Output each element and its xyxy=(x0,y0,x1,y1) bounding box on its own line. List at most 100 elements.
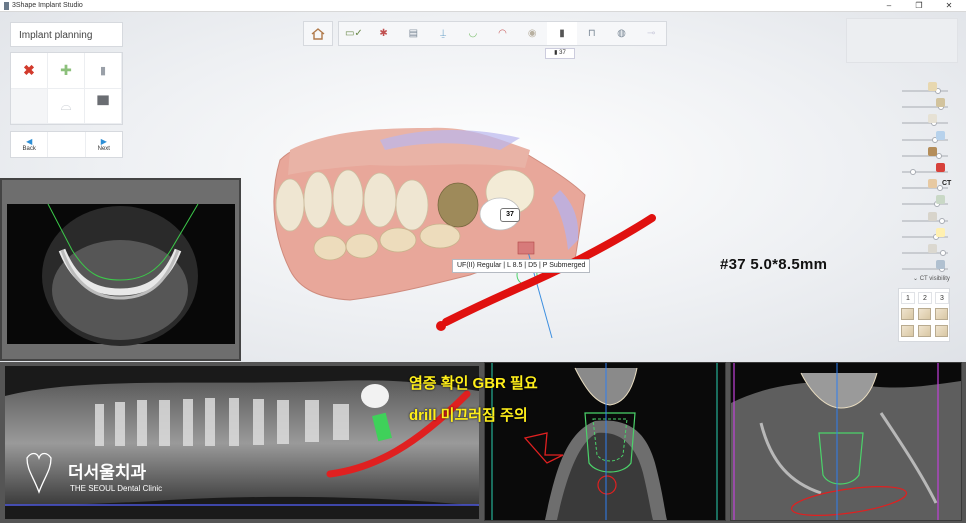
view-3-button[interactable]: 3 xyxy=(935,292,949,304)
ct-visibility-label[interactable]: ⌄ CT visibility xyxy=(913,275,950,282)
implant-library-button[interactable]: ▮ xyxy=(85,53,122,89)
panoramic-view[interactable] xyxy=(5,366,479,519)
crown-icon: ◉ xyxy=(527,28,537,39)
bite-icon: ◠ xyxy=(498,28,507,39)
implant-size-label: #37 5.0*8.5mm xyxy=(720,256,828,273)
active-step-tooltip: ▮ 37 xyxy=(545,48,575,59)
note-drill: drill 미끄러짐 주의 xyxy=(409,407,528,424)
visibility-slider[interactable] xyxy=(898,98,950,112)
visibility-slider[interactable] xyxy=(898,212,950,226)
arch-icon: ◡ xyxy=(468,28,478,39)
next-button[interactable]: ▶ Next xyxy=(86,132,122,157)
delete-implant-button[interactable]: ✖ xyxy=(11,53,48,89)
next-label: Next xyxy=(97,145,110,152)
visibility-slider[interactable] xyxy=(898,147,950,161)
title-bar: 3Shape Implant Studio – ❐ ✕ xyxy=(0,0,966,12)
view-left-cube-icon[interactable] xyxy=(918,308,931,320)
slider-knob[interactable] xyxy=(939,218,945,224)
step-sphere[interactable]: ◍ xyxy=(607,22,637,45)
sleeve-icon: ▀ xyxy=(97,96,109,114)
cross-section-image-2 xyxy=(731,363,961,520)
slider-knob[interactable] xyxy=(910,169,916,175)
layer-icon xyxy=(936,195,945,204)
back-label: Back xyxy=(22,145,36,152)
minimize-button[interactable]: – xyxy=(878,0,900,12)
layer-icon xyxy=(936,163,945,172)
cross-section-view-2[interactable] xyxy=(730,362,962,521)
layer-icon xyxy=(936,131,945,140)
step-checklist[interactable]: ▭✓ xyxy=(339,22,369,45)
sleeve-button[interactable]: ▀ xyxy=(85,88,122,124)
implant-info-label[interactable]: UF(II) Regular | L 8.5 | D5 | P Submerge… xyxy=(452,259,591,273)
axial-ct-image xyxy=(7,203,235,346)
align-icon: ✱ xyxy=(379,28,388,39)
layer-icon xyxy=(928,179,937,188)
step-disabled: ⊸ xyxy=(636,22,666,45)
view-back-cube-icon[interactable] xyxy=(935,325,948,337)
app-icon xyxy=(4,2,9,10)
step-crown[interactable]: ◉ xyxy=(517,22,547,45)
view-front-cube-icon[interactable] xyxy=(901,308,914,320)
wizard-nav: ◀ Back ▶ Next xyxy=(10,131,123,158)
implant-icon: ▮ xyxy=(99,64,107,77)
add-implant-button[interactable]: ✚ xyxy=(48,53,85,89)
implant-icon: ▮ xyxy=(559,28,565,39)
ct-label: CT xyxy=(942,180,952,187)
visibility-slider[interactable] xyxy=(898,131,950,145)
view-buttons: 1 2 3 xyxy=(898,288,950,342)
step-scan[interactable]: ▤ xyxy=(398,22,428,45)
layer-icon xyxy=(928,147,937,156)
step-align[interactable]: ✱ xyxy=(369,22,399,45)
layer-icon xyxy=(936,98,945,107)
view-right-cube-icon[interactable] xyxy=(935,308,948,320)
clinic-watermark-name: 더서울치과 xyxy=(68,463,147,482)
note-gbr: 염증 확인 GBR 필요 xyxy=(409,375,538,392)
visibility-slider[interactable] xyxy=(898,244,950,258)
disabled-icon: ⊸ xyxy=(647,28,656,39)
slider-knob[interactable] xyxy=(940,250,946,256)
step-nerve[interactable]: ⍊ xyxy=(428,22,458,45)
panoramic-image xyxy=(5,366,479,519)
visibility-slider[interactable] xyxy=(898,195,950,209)
view-2-button[interactable]: 2 xyxy=(918,292,932,304)
step-arch[interactable]: ◡ xyxy=(458,22,488,45)
visibility-slider[interactable] xyxy=(898,114,950,128)
layer-icon xyxy=(936,260,945,269)
tooth-outline-button[interactable]: ⌓ xyxy=(48,88,85,124)
clinic-watermark-sub: THE SEOUL Dental Clinic xyxy=(70,484,163,493)
layer-icon xyxy=(936,228,945,237)
checklist-icon: ▭✓ xyxy=(344,28,363,39)
close-button[interactable]: ✕ xyxy=(938,0,960,12)
visibility-slider[interactable] xyxy=(898,260,950,274)
delete-icon: ✖ xyxy=(23,61,35,78)
slider-track[interactable] xyxy=(902,122,948,124)
view-top-cube-icon[interactable] xyxy=(901,325,914,337)
nerve-icon: ⍊ xyxy=(440,28,447,39)
step-guide[interactable]: ⊓ xyxy=(577,22,607,45)
slider-track[interactable] xyxy=(902,90,948,92)
layer-icon xyxy=(928,212,937,221)
home-icon xyxy=(311,27,325,40)
window-title: 3Shape Implant Studio xyxy=(12,2,83,9)
tooth-number-badge[interactable]: 37 xyxy=(500,208,520,222)
visibility-slider[interactable] xyxy=(898,82,950,96)
workflow-toolbar: ▭✓ ✱ ▤ ⍊ ◡ ◠ ◉ ▮ ⊓ ◍ ⊸ xyxy=(338,21,667,46)
maximize-button[interactable]: ❐ xyxy=(908,0,930,12)
step-implant[interactable]: ▮ xyxy=(547,22,577,45)
back-button[interactable]: ◀ Back xyxy=(11,132,47,157)
panel-title: Implant planning xyxy=(10,22,123,47)
add-icon: ✚ xyxy=(60,61,72,78)
next-arrow-icon: ▶ xyxy=(100,136,107,146)
scan-icon: ▤ xyxy=(408,28,419,39)
layer-icon xyxy=(928,114,937,123)
visibility-slider[interactable] xyxy=(898,163,950,177)
view-bottom-cube-icon[interactable] xyxy=(918,325,931,337)
visibility-slider[interactable] xyxy=(898,228,950,242)
step-bite[interactable]: ◠ xyxy=(488,22,518,45)
back-arrow-icon: ◀ xyxy=(26,136,33,146)
nav-spacer xyxy=(47,132,86,157)
axial-ct-view[interactable] xyxy=(0,178,241,361)
home-button[interactable] xyxy=(303,21,333,46)
corner-placeholder xyxy=(846,18,958,63)
view-1-button[interactable]: 1 xyxy=(901,292,915,304)
